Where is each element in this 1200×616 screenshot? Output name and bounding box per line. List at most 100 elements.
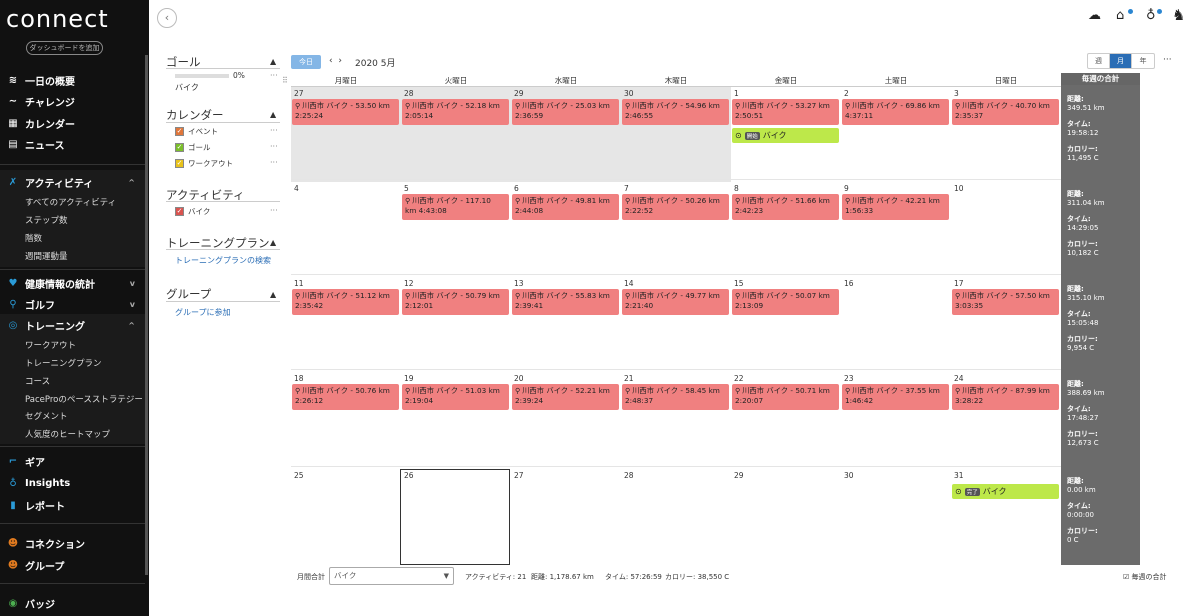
sub-segments[interactable]: セグメント [25,410,68,422]
day-number[interactable]: 25 [294,471,304,480]
day-number[interactable]: 16 [844,279,854,288]
nav-groups[interactable]: ☻ グループ [0,555,145,575]
checkbox[interactable]: ✓ [175,127,184,136]
nav-gear[interactable]: ⌐ ギア [0,451,145,471]
day-number[interactable]: 17 [954,279,964,288]
selected-day-cell[interactable] [400,469,510,565]
nav-daily-summary[interactable]: ≋ 一日の概要 [0,70,145,90]
activity-entry[interactable]: ⚲ 川西市 バイク - 51.03 km 2:19:04 [402,384,509,410]
more-options-icon[interactable]: ··· [1163,55,1172,65]
today-button[interactable]: 今日 [291,55,321,69]
view-year-button[interactable]: 年 [1132,54,1154,68]
find-training-plan-link[interactable]: トレーニングプランの検索 [175,255,271,266]
goal-entry[interactable]: ⊙ 開始 バイク [732,128,839,143]
day-number[interactable]: 4 [294,184,299,193]
day-number[interactable]: 1 [734,89,739,98]
device-sync-icon[interactable]: ⌂ [1116,8,1124,23]
nav-challenges[interactable]: ∼ チャレンジ [0,91,145,111]
activity-entry[interactable]: ⚲ 川西市 バイク - 42.21 km 1:56:33 [842,194,949,220]
checkbox[interactable]: ✓ [175,207,184,216]
day-number[interactable]: 12 [404,279,414,288]
day-number[interactable]: 30 [844,471,854,480]
day-number[interactable]: 11 [294,279,304,288]
day-number[interactable]: 3 [954,89,959,98]
add-dashboard-button[interactable]: ダッシュボードを追加 [26,41,103,55]
sub-training-plans[interactable]: トレーニングプラン [25,357,102,369]
nav-insights[interactable]: ♁ Insights [0,473,145,493]
sub-workouts[interactable]: ワークアウト [25,339,76,351]
day-number[interactable]: 5 [404,184,409,193]
collapse-sidebar-button[interactable]: ‹ [157,8,177,28]
activity-entry[interactable]: ⚲ 川西市 バイク - 50.71 km 2:20:07 [732,384,839,410]
more-icon[interactable]: ··· [270,142,278,151]
avatar[interactable]: ♞ [1172,6,1185,24]
day-number[interactable]: 6 [514,184,519,193]
activity-entry[interactable]: ⚲ 川西市 バイク - 49.77 km 2:21:40 [622,289,729,315]
day-number[interactable]: 29 [734,471,744,480]
activity-entry[interactable]: ⚲ 川西市 バイク - 52.18 km 2:05:14 [402,99,509,125]
sub-intensity-minutes[interactable]: 週間運動量 [25,250,68,262]
caret-up-icon[interactable]: ▲ [270,238,276,247]
calendar-filter-event[interactable]: ✓ イベント [175,126,218,137]
activity-entry[interactable]: ⚲ 川西市 バイク - 37.55 km 1:46:42 [842,384,949,410]
day-number[interactable]: 27 [514,471,524,480]
more-icon[interactable]: ··· [270,126,278,135]
activity-entry[interactable]: ⚲ 川西市 バイク - 57.50 km 3:03:35 [952,289,1059,315]
day-number[interactable]: 30 [624,89,634,98]
sub-heatmap[interactable]: 人気度のヒートマップ [25,428,110,440]
activity-entry[interactable]: ⚲ 川西市 バイク - 117.10 km 4:43:08 [402,194,509,220]
activity-entry[interactable]: ⚲ 川西市 バイク - 25.03 km 2:36:59 [512,99,619,125]
more-icon[interactable]: ··· [270,71,278,80]
more-icon[interactable]: ··· [270,206,278,215]
activity-entry[interactable]: ⚲ 川西市 バイク - 69.86 km 4:37:11 [842,99,949,125]
day-number[interactable]: 14 [624,279,634,288]
view-month-button[interactable]: 月 [1110,54,1132,68]
sub-floors[interactable]: 階数 [25,232,42,244]
caret-up-icon[interactable]: ▲ [270,110,276,119]
day-number[interactable]: 29 [514,89,524,98]
lightbulb-notification-icon[interactable]: ♁ [1146,8,1156,23]
day-number[interactable]: 31 [954,471,964,480]
drag-handle-icon[interactable]: ⠿ [282,76,288,85]
day-number[interactable]: 28 [624,471,634,480]
checkbox[interactable]: ☑ [1123,573,1129,581]
goal-name[interactable]: バイク [175,82,199,93]
nav-golf[interactable]: ⚲ ゴルフ v [0,294,145,314]
more-icon[interactable]: ··· [270,158,278,167]
view-week-button[interactable]: 週 [1088,54,1110,68]
sub-steps[interactable]: ステップ数 [25,214,68,226]
caret-up-icon[interactable]: ▲ [270,57,276,66]
day-number[interactable]: 13 [514,279,524,288]
nav-reports[interactable]: ▮ レポート [0,495,145,515]
day-number[interactable]: 8 [734,184,739,193]
activity-entry[interactable]: ⚲ 川西市 バイク - 53.27 km 2:50:51 [732,99,839,125]
calendar-filter-workout[interactable]: ✓ ワークアウト [175,158,233,169]
activity-entry[interactable]: ⚲ 川西市 バイク - 54.96 km 2:46:55 [622,99,729,125]
day-number[interactable]: 10 [954,184,964,193]
prev-month-icon[interactable]: ‹ [329,56,333,66]
connect-logo[interactable]: connect [6,5,109,33]
day-number[interactable]: 7 [624,184,629,193]
activity-entry[interactable]: ⚲ 川西市 バイク - 58.45 km 2:48:37 [622,384,729,410]
activity-entry[interactable]: ⚲ 川西市 バイク - 50.79 km 2:12:01 [402,289,509,315]
day-number[interactable]: 22 [734,374,744,383]
nav-health-stats[interactable]: ♥ 健康情報の統計 v [0,273,145,293]
checkbox[interactable]: ✓ [175,143,184,152]
day-number[interactable]: 20 [514,374,524,383]
calendar-filter-goal[interactable]: ✓ ゴール [175,142,211,153]
day-number[interactable]: 19 [404,374,414,383]
day-number[interactable]: 24 [954,374,964,383]
activity-entry[interactable]: ⚲ 川西市 バイク - 50.76 km 2:26:12 [292,384,399,410]
nav-connections[interactable]: ☻ コネクション [0,533,145,553]
day-number[interactable]: 23 [844,374,854,383]
day-number[interactable]: 18 [294,374,304,383]
day-number[interactable]: 27 [294,89,304,98]
day-number[interactable]: 2 [844,89,849,98]
day-number[interactable]: 15 [734,279,744,288]
join-group-link[interactable]: グループに参加 [175,307,231,318]
nav-training[interactable]: ◎ トレーニング ^ [0,315,145,335]
nav-news[interactable]: ▤ ニュース [0,134,145,154]
activity-entry[interactable]: ⚲ 川西市 バイク - 40.70 km 2:35:37 [952,99,1059,125]
sub-pacepro[interactable]: PaceProのペースストラテジー [25,393,143,405]
checkbox[interactable]: ✓ [175,159,184,168]
